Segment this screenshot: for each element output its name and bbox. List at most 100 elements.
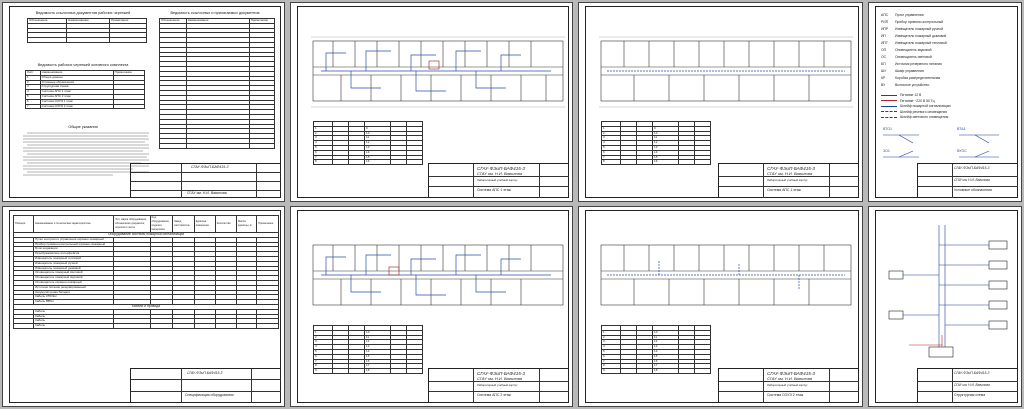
list-item: Система СОУЭ 2 этаж [39,103,114,110]
legend-text: Оповещатель световой [895,55,932,59]
title-block: СГАУ-ФЭиП-БАФ415-3 СГАУ им. Н.И. Вавилов… [718,163,859,198]
organization-name: СГАУ им. Н.И. Вавилова [477,376,522,381]
legend-symbol: КР [881,76,886,80]
drawing-code: СГАУ-ФЭиП-БАФ415-3 [954,371,990,375]
legend-row: ОП Оповещатель звуковой [881,48,932,52]
drawings-list-title: Ведомость рабочих чертежей основного ком… [37,63,129,67]
legend-text: Пульт управления [895,13,924,17]
legend-symbol: АПС [881,13,889,17]
room-schedule-table: 1 9 2 10 3 11 4 12 5 13 6 14 7 15 8 16 [600,121,711,166]
ref-docs-table: Обозначение Наименование Примечание [26,18,147,43]
organization-name: СГАУ им. Н.И. Вавилова [477,171,522,176]
floor-plan-drawing [600,244,852,306]
attached-docs-title: Ведомость ссылочных и прилагаемых докуме… [170,11,260,15]
col-header: Тип, марка оборудования, обозначение док… [113,215,151,233]
cable-line-icon [881,94,897,96]
sheet-floor-plan-soue-2: 1 10 2 11 3 12 4 13 5 14 6 15 7 16 8 17 … [578,206,863,407]
sheet-legend: АПС Пульт управления РИП Прибор приемно-кон… [868,2,1022,202]
sheet-structural-scheme: СГАУ-ФЭиП-БАФ415-3 СГАУ им. Н.И. Вавилов… [868,206,1022,407]
legend-symbol: ОС [881,55,887,59]
cable-line-icon [881,105,897,107]
col-header: Единица измерения [193,215,216,233]
cable-legend-row: Шлейф речевого оповещения [881,110,947,114]
structural-scheme-drawing [888,225,1008,358]
cable-line-icon [881,111,897,113]
legend-row: ВУ Выносное устройство [881,83,929,87]
sheet-title: Система АПС 1 этаж [767,188,801,192]
title-block: СГАУ-ФЭиП-БАФ415-3 Спецификация оборудов… [130,368,281,403]
col-header: Количество [214,215,237,233]
cable-line-icon [881,116,897,118]
floor-plan-drawing [311,36,565,108]
drawing-code: СГАУ-ФЭиП-БАФ415-3 [954,166,990,170]
drawing-code: СГАУ-ФЭиП-БАФ415-3 [187,371,223,375]
cable-line-icon [881,100,897,102]
object-name: Лабораторный учебный корпус [477,178,518,182]
cable-legend-row: Шлейф светового оповещения [881,115,948,119]
item-name: Прибор приемно-контрольный охранно-пожар… [33,241,115,248]
cable-legend-text: Питание 12 В [900,93,922,97]
mount-symbols [883,134,999,158]
item-name: Пульт контроля и управления охранно-пожа… [33,236,115,243]
legend-text: Прибор приемно-контрольный [895,20,944,24]
legend-symbol: ИП [881,34,886,38]
legend-row: КР Коробка распределительная [881,76,940,80]
legend-row: ОС Оповещатель световой [881,55,932,59]
sheet-title: Структурная схема [954,393,986,397]
sheet-title: Система АПС 2 этаж [477,393,511,397]
title-block: СГАУ-ФЭиП-БАФ415-3 СГАУ им. Н.И. Вавилов… [428,163,569,198]
col-header: Наименование и техническая характеристик… [33,215,115,233]
room-schedule-table: 1 9 2 10 3 11 4 12 5 13 6 14 7 15 8 16 [312,121,423,166]
item-name: Кабель [33,323,115,329]
col-header: Масса единицы, кг [235,215,258,233]
col-header: Позиция [12,215,35,233]
cable-legend-row: Шлейф пожарной сигнализации [881,104,951,108]
drawing-code: СГАУ-ФЭиП-БАФ415-3 [191,165,229,169]
organization-name: СГАУ им. Н.И. Вавилова [767,171,812,176]
room-schedule-table: 1 10 2 11 3 12 4 13 5 14 6 15 7 16 8 17 … [312,325,423,374]
legend-text: Источник резервного питания [895,62,942,66]
room-schedule-table: 1 10 2 11 3 12 4 13 5 14 6 15 7 16 8 17 … [600,325,711,374]
title-block: СГАУ-ФЭиП-БАФ415-3 СГАУ им. Н.И. Вавилов… [718,368,859,403]
notes-title: Общие указания [68,125,98,129]
col-header: Код оборудования, изделия, материала [149,215,174,233]
col-header: Примечание [256,215,279,233]
legend-symbol: ОП [881,48,887,52]
sheet-title: Спецификация оборудования [185,393,234,397]
sheet-title: Условные обозначения [954,188,992,192]
organization-name: СГАУ им. Н.И. Вавилова [187,191,227,195]
organization-name: СГАУ им. Н.И. Вавилова [954,178,990,182]
object-name: Лабораторный учебный корпус [767,383,808,387]
legend-symbol: ИПР [881,27,889,31]
legend-row: ИПР Извещатель пожарный ручной [881,27,943,31]
ref-docs-title: Ведомость ссылочных документов рабочих ч… [35,11,131,15]
title-block: СГАУ-ФЭиП-БАФ415-3 СГАУ им. Н.И. Вавилов… [428,368,569,403]
legend-text: Извещатель пожарный тепловой [895,41,947,45]
sheet-floor-plan-aps-1: 1 9 2 10 3 11 4 12 5 13 6 14 7 15 8 16 С… [290,2,573,202]
legend-row: ИП Извещатель пожарный дымовой [881,34,946,38]
legend-row: АПС Пульт управления [881,13,924,17]
legend-symbol: БП [881,62,886,66]
legend-row: ШУ Шкаф управления [881,69,924,73]
table-row: Кабель [12,323,279,329]
cable-legend-row: Питание 12 В [881,93,921,97]
legend-symbol: ВУ [881,83,886,87]
cable-legend-row: Питание ~220 В 50 Гц [881,99,935,103]
legend-text: Шкаф управления [895,69,924,73]
legend-text: Извещатель пожарный ручной [895,27,944,31]
floor-plan-drawing [599,36,853,108]
sheet-specification: Позиция Наименование и техническая характ… [2,206,285,407]
col-header: Завод изготовитель [172,215,195,233]
legend-text: Коробка распределительная [895,76,941,80]
legend-row: РИП Прибор приемно-контрольный [881,20,943,24]
cable-legend-text: Шлейф пожарной сигнализации [900,104,951,108]
floor-plan-drawing [312,244,564,306]
attached-docs-table: Обозначение Наименование Примечание [159,18,276,149]
legend-symbol: РИП [881,20,889,24]
legend-text: Извещатель пожарный дымовой [895,34,947,38]
legend-symbol: ИПТ [881,41,888,45]
sheet-general-data: Ведомость ссылочных документов рабочих ч… [2,2,285,202]
drawings-list-table: Лист Наименование Примечание 1 Общие данные… [25,70,146,110]
cable-legend-text: Шлейф светового оповещения [900,115,949,119]
legend-row: БП Источник резервного питания [881,62,942,66]
